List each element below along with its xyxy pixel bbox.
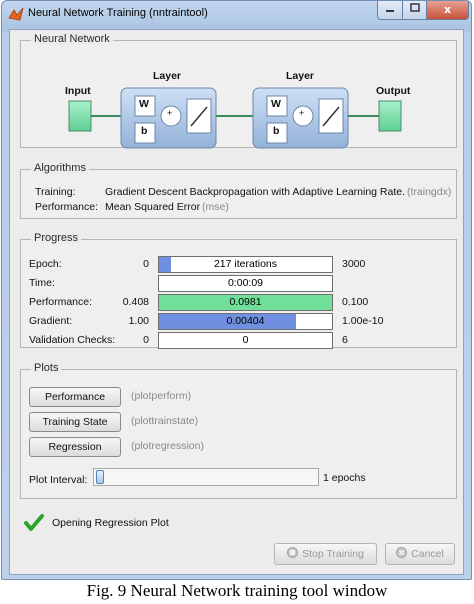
window-title: Neural Network Training (nntraintool): [28, 7, 208, 19]
progress-bar-text: 0.00404: [226, 315, 265, 327]
performance-label: Performance:: [35, 201, 99, 213]
progress-row-start: 0: [143, 334, 149, 346]
cancel-button[interactable]: Cancel: [385, 543, 455, 565]
algorithms-section-title: Algorithms: [31, 162, 89, 174]
plot-interval-slider[interactable]: [93, 468, 319, 486]
title-bar[interactable]: Neural Network Training (nntraintool) x: [2, 1, 471, 27]
stop-training-label: Stop Training: [302, 548, 364, 560]
performance-value: Mean Squared Error: [105, 201, 201, 213]
layer2-weight-label: W: [271, 98, 281, 110]
status-message: Opening Regression Plot: [52, 517, 169, 529]
progress-bar-text: 217 iterations: [213, 258, 278, 270]
progress-row-end: 1.00e-10: [342, 315, 384, 327]
training-function: (traingdx): [407, 186, 452, 198]
slider-thumb[interactable]: [96, 470, 104, 484]
progress-section-title: Progress: [31, 232, 82, 244]
progress-row-start: 0: [143, 258, 149, 270]
progress-row-start: 0.408: [122, 296, 149, 308]
progress-bar: 0:00:09: [158, 275, 333, 292]
layer1-bias-label: b: [141, 125, 148, 137]
training-state-plot-function: (plottrainstate): [131, 415, 199, 427]
regression-plot-button[interactable]: Regression: [29, 437, 121, 457]
algorithms-panel: Algorithms Training: Gradient Descent Ba…: [20, 162, 457, 219]
layer1-label: Layer: [153, 70, 182, 82]
performance-plot-button[interactable]: Performance: [29, 387, 121, 407]
progress-bar: 0.00404: [158, 313, 333, 330]
progress-row-label: Validation Checks:: [29, 334, 116, 346]
checkmark-icon: [24, 514, 44, 531]
progress-bar-text: 0.0981: [229, 296, 262, 308]
performance-plot-function: (plotperform): [131, 390, 192, 402]
maximize-icon: [409, 3, 420, 12]
stop-training-button[interactable]: Stop Training: [274, 543, 377, 565]
input-label: Input: [65, 85, 91, 97]
layer2-label: Layer: [286, 70, 315, 82]
progress-row-label: Time:: [29, 277, 55, 289]
cancel-label: Cancel: [411, 548, 444, 560]
plots-section-title: Plots: [31, 362, 62, 374]
progress-bar: 0.0981: [158, 294, 333, 311]
performance-function: (mse): [202, 201, 229, 213]
progress-row-end: 3000: [342, 258, 366, 270]
progress-row-label: Gradient:: [29, 315, 73, 327]
progress-row-label: Performance:: [29, 296, 93, 308]
output-node: [378, 100, 402, 132]
layer2-sum-label: +: [299, 108, 305, 118]
progress-bar-text: 0:00:09: [227, 277, 264, 289]
minimize-icon: [386, 10, 394, 12]
close-button[interactable]: x: [426, 1, 469, 20]
progress-bar: 0: [158, 332, 333, 349]
progress-row-end: 6: [342, 334, 348, 346]
training-value: Gradient Descent Backpropagation with Ad…: [105, 186, 406, 198]
stop-icon: [287, 547, 299, 558]
layer1-weight-label: W: [139, 98, 149, 110]
progress-row-start: 1.00: [128, 315, 149, 327]
layer2-bias-label: b: [273, 125, 280, 137]
matlab-logo-icon: [8, 7, 24, 21]
figure-caption: Fig. 9 Neural Network training tool wind…: [86, 581, 388, 600]
progress-bar-text: 0: [242, 334, 249, 346]
progress-bar: 217 iterations: [158, 256, 333, 273]
plots-panel: Plots Performance (plotperform) Training…: [20, 362, 457, 499]
output-label: Output: [376, 85, 411, 97]
progress-row-label: Epoch:: [29, 258, 62, 270]
training-state-plot-button[interactable]: Training State: [29, 412, 121, 432]
layer1-sum-label: +: [167, 108, 173, 118]
close-icon: x: [443, 3, 452, 16]
neural-network-panel: Neural Network Input Output Layer Layer …: [20, 33, 457, 149]
client-area: Neural Network Input Output Layer Layer …: [9, 29, 464, 575]
plot-interval-value: 1 epochs: [323, 472, 366, 484]
progress-row-end: 0.100: [342, 296, 369, 308]
input-node: [68, 100, 92, 132]
training-window: Neural Network Training (nntraintool) x …: [1, 0, 472, 580]
maximize-button[interactable]: [402, 1, 427, 20]
regression-plot-function: (plotregression): [131, 440, 204, 452]
training-label: Training:: [35, 186, 76, 198]
plot-interval-label: Plot Interval:: [29, 474, 88, 486]
progress-panel: Progress Epoch: 0 217 iterations 3000 Time: 0…: [20, 232, 457, 349]
minimize-button[interactable]: [377, 1, 403, 20]
cancel-icon: [396, 547, 408, 558]
